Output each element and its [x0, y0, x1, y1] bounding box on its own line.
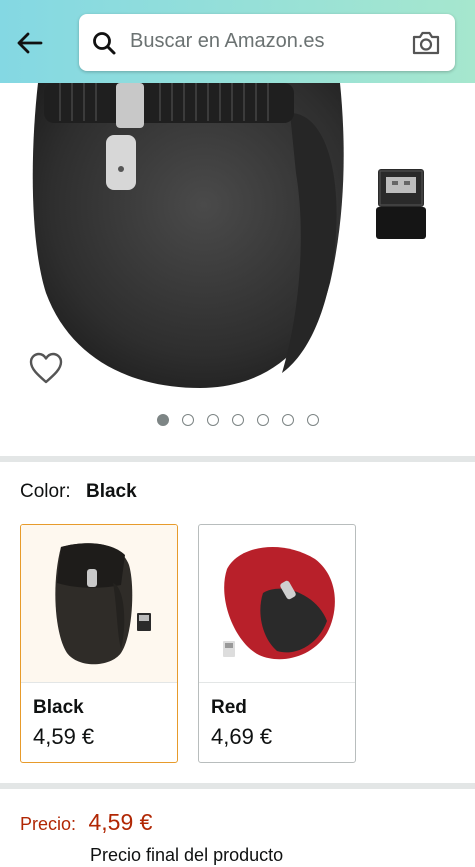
color-selection-label: Color: Black — [20, 481, 137, 503]
color-option-price: 4,69 € — [211, 724, 273, 749]
color-option-name: Black — [33, 697, 84, 718]
carousel-dot[interactable] — [256, 414, 269, 426]
camera-icon[interactable] — [411, 29, 441, 57]
top-bar: Buscar en Amazon.es — [0, 0, 475, 83]
color-option-thumbnail — [199, 525, 355, 683]
search-placeholder: Buscar en Amazon.es — [130, 30, 325, 52]
search-icon — [93, 32, 116, 55]
carousel-dot[interactable] — [206, 414, 219, 426]
selected-color: Black — [85, 481, 137, 502]
back-button[interactable] — [8, 22, 50, 64]
red-mouse-image — [223, 546, 335, 660]
arrow-left-icon — [17, 32, 43, 54]
price-section: Precio: 4,59 € — [20, 809, 152, 836]
search-input[interactable]: Buscar en Amazon.es — [79, 14, 455, 71]
color-label: Color: — [20, 481, 71, 502]
carousel-dot[interactable] — [231, 414, 244, 426]
color-option-black[interactable]: Black 4,59 € — [20, 524, 178, 763]
color-option-thumbnail — [21, 525, 177, 683]
carousel-dot[interactable] — [306, 414, 319, 426]
section-divider — [0, 783, 475, 789]
section-divider — [0, 456, 475, 462]
color-option-name: Red — [211, 697, 247, 718]
carousel-indicator — [0, 414, 475, 428]
black-mouse-image — [55, 543, 151, 665]
carousel-dot[interactable] — [281, 414, 294, 426]
price-label: Precio: — [20, 814, 77, 834]
carousel-dot[interactable] — [156, 414, 169, 426]
color-option-price: 4,59 € — [33, 724, 95, 749]
price-note: Precio final del producto — [90, 845, 284, 865]
color-option-red[interactable]: Red 4,69 € — [198, 524, 356, 763]
heart-icon[interactable] — [28, 351, 64, 385]
product-image-gallery[interactable] — [0, 83, 475, 443]
product-image — [32, 83, 426, 388]
price-value: 4,59 € — [88, 809, 153, 835]
carousel-dot[interactable] — [181, 414, 194, 426]
